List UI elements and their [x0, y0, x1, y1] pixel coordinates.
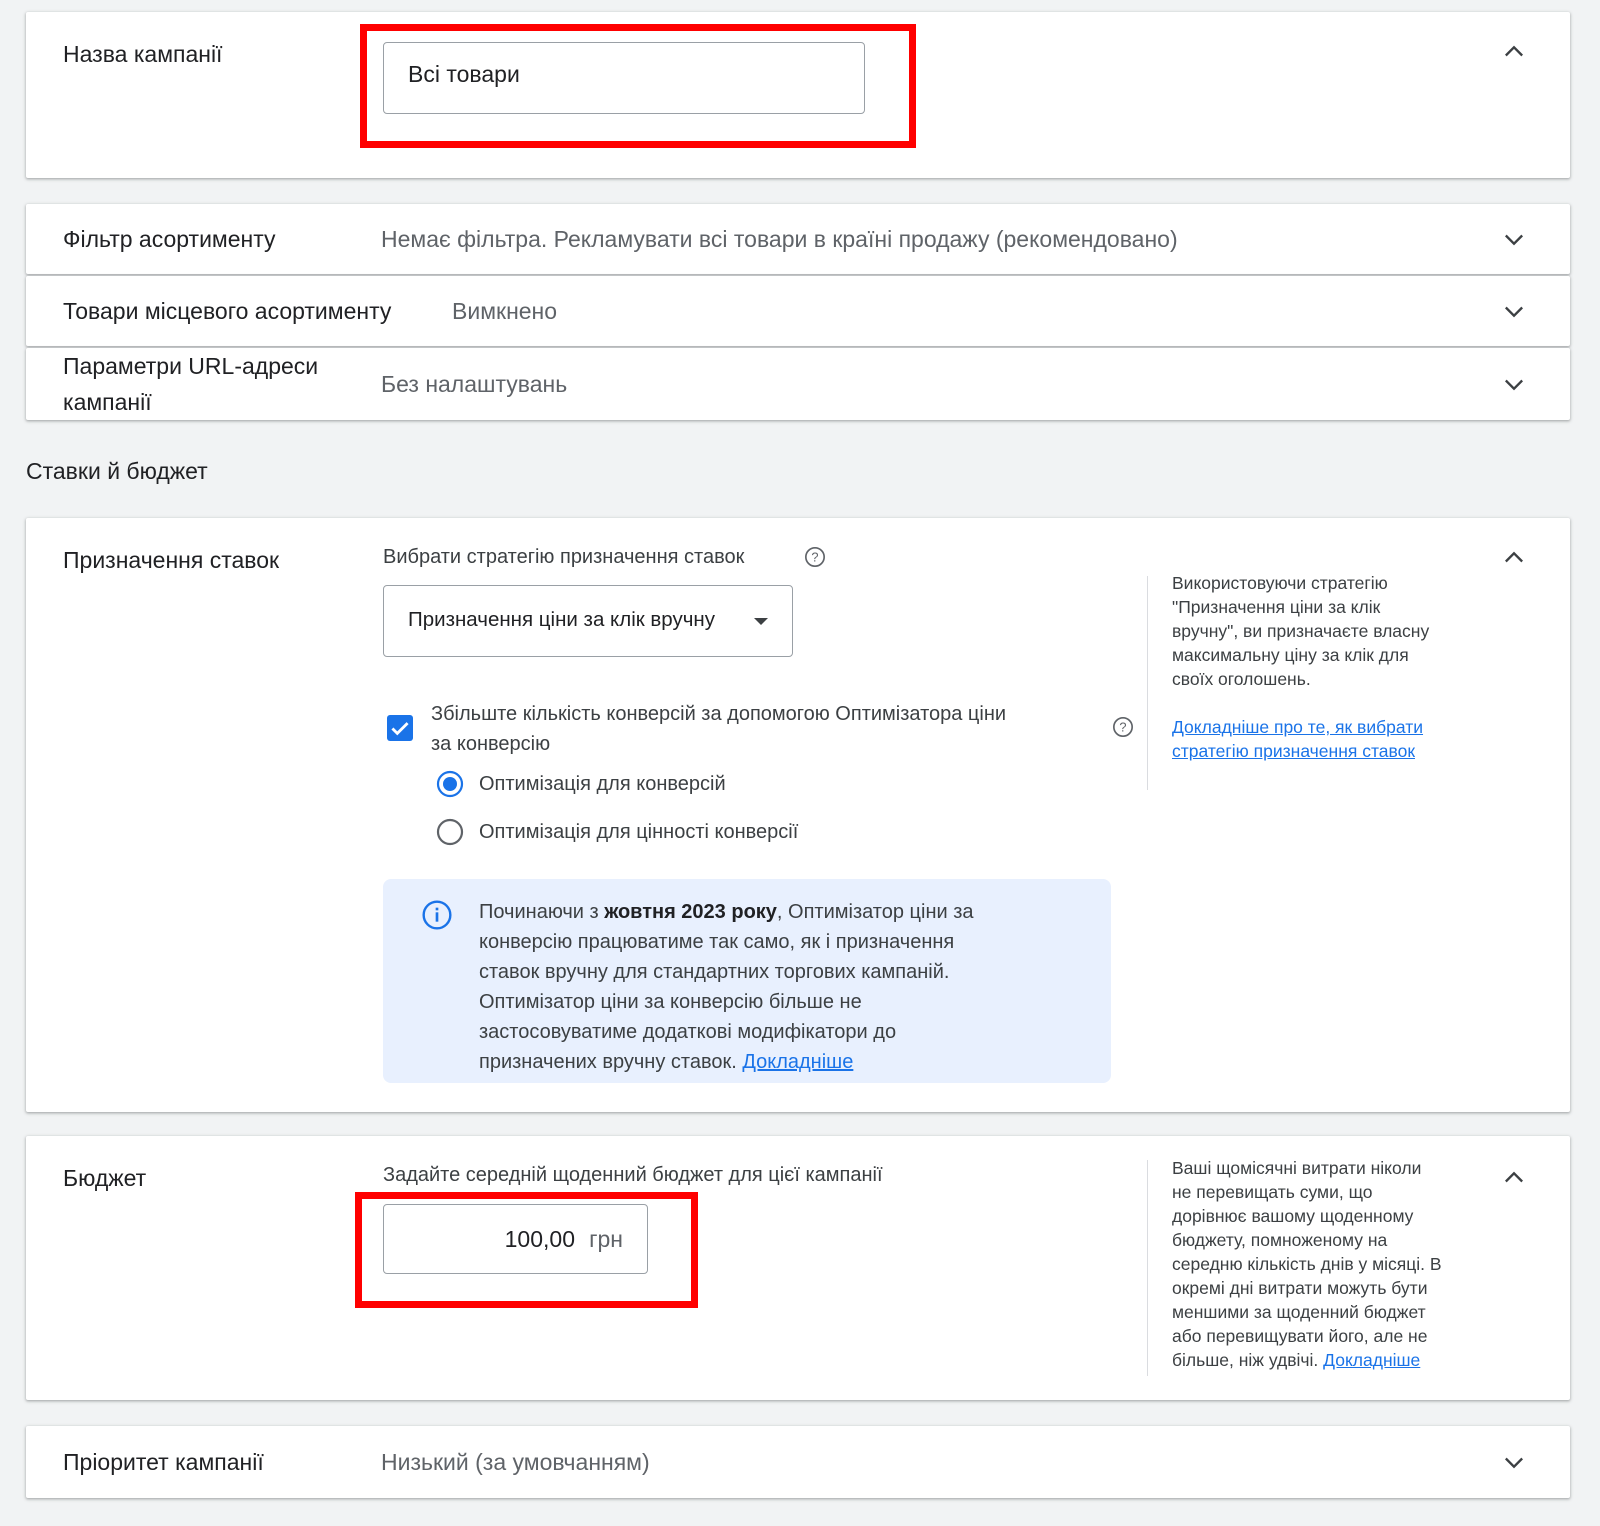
budget-side-line4: бюджету, помноженому на	[1172, 1230, 1388, 1250]
highlight-budget	[355, 1192, 698, 1308]
bidding-side-divider	[1147, 576, 1148, 790]
chevron-down-icon	[1505, 234, 1523, 246]
chevron-down-icon	[1505, 379, 1523, 391]
campaign-name-label: Назва кампанії	[63, 41, 223, 67]
highlight-campaign-name	[360, 24, 916, 148]
ecpc-label-line2: за конверсію	[431, 733, 551, 755]
radio-optimize-conversions-label: Оптимізація для конверсій	[479, 773, 726, 795]
notice-line2: конверсію працюватиме так само, як і при…	[479, 931, 955, 953]
radio-optimize-value-label: Оптимізація для цінності конверсії	[479, 821, 799, 843]
bidding-side-line1: Використовуючи стратегію	[1172, 573, 1388, 593]
collapse-budget-button[interactable]	[1500, 1164, 1528, 1192]
expand-local-products-button[interactable]	[1500, 297, 1528, 325]
bidding-side-line5: своїх оголошень.	[1172, 669, 1311, 689]
notice-line1-rest: , Оптимізатор ціни за	[776, 901, 974, 923]
bidding-label: Призначення ставок	[63, 547, 280, 573]
expand-url-params-button[interactable]	[1500, 370, 1528, 398]
checkmark-icon	[391, 722, 409, 736]
chevron-down-icon	[1505, 1457, 1523, 1469]
bidding-side-line3: вручну", ви призначаєте власну	[1172, 621, 1430, 641]
budget-side-line3: дорівнює вашому щоденному	[1172, 1206, 1414, 1226]
expand-inventory-filter-button[interactable]	[1500, 225, 1528, 253]
bidding-strategy-learn-more-link[interactable]: Докладніше про те, як вибрати стратегію …	[1172, 715, 1492, 763]
budget-label: Бюджет	[63, 1165, 147, 1191]
bidding-side-help: Використовуючи стратегію "Призначення ці…	[1172, 571, 1492, 763]
url-params-value: Без налаштувань	[381, 371, 568, 397]
ecpc-checkbox[interactable]	[387, 715, 413, 741]
expand-campaign-priority-button[interactable]	[1500, 1448, 1528, 1476]
notice-line5: застосовуватиме додаткові модифікатори д…	[479, 1021, 897, 1043]
radio-optimize-value[interactable]	[436, 818, 464, 846]
notice-prefix: Починаючи з	[479, 901, 605, 923]
budget-prompt: Задайте середній щоденний бюджет для ціє…	[383, 1164, 883, 1186]
bidding-strategy-prompt: Вибрати стратегію призначення ставок	[383, 546, 745, 568]
url-params-label-line1: Параметри URL-адреси	[63, 353, 319, 379]
ecpc-notice: Починаючи з жовтня 2023 року, Оптимізато…	[383, 879, 1111, 1083]
budget-side-line9: більше, ніж удвічі.	[1172, 1350, 1319, 1370]
ecpc-help-icon[interactable]: ?	[1112, 716, 1134, 738]
budget-card: Бюджет Задайте середній щоденний бюджет …	[26, 1136, 1570, 1400]
campaign-priority-row[interactable]: Пріоритет кампанії Низький (за умовчання…	[26, 1426, 1570, 1498]
collapse-campaign-name-button[interactable]	[1500, 38, 1528, 66]
chevron-up-icon	[1505, 1171, 1523, 1183]
svg-text:?: ?	[811, 550, 818, 565]
budget-side-line8: або перевищувати його, але не	[1172, 1326, 1428, 1346]
bidding-side-link-line2: стратегію призначення ставок	[1172, 741, 1415, 761]
bidding-strategy-select[interactable]: Призначення ціни за клік вручну	[383, 585, 793, 657]
budget-learn-more-link[interactable]: Докладніше	[1323, 1350, 1420, 1370]
local-products-value: Вимкнено	[452, 298, 558, 324]
notice-line3: ставок вручну для стандартних торгових к…	[479, 961, 950, 983]
notice-bold-date: жовтня 2023 року	[604, 901, 777, 923]
local-products-row[interactable]: Товари місцевого асортименту Вимкнено	[26, 276, 1570, 346]
inventory-filter-row[interactable]: Фільтр асортименту Немає фільтра. Реклам…	[26, 204, 1570, 274]
notice-text: Починаючи з жовтня 2023 року, Оптимізато…	[479, 897, 1099, 1077]
chevron-up-icon	[1505, 551, 1523, 563]
bidding-side-link-line1: Докладніше про те, як вибрати	[1172, 717, 1424, 737]
bidding-card: Призначення ставок Вибрати стратегію при…	[26, 518, 1570, 1112]
svg-text:?: ?	[1119, 720, 1126, 735]
url-params-row[interactable]: Параметри URL-адреси кампанії Без налашт…	[26, 348, 1570, 420]
inventory-filter-label: Фільтр асортименту	[63, 226, 276, 252]
budget-side-help: Ваші щомісячні витрати ніколи не перевищ…	[1172, 1156, 1502, 1372]
chevron-down-icon	[1505, 306, 1523, 318]
dropdown-arrow-icon	[754, 618, 768, 625]
info-icon	[422, 900, 452, 930]
bidding-side-line4: максимальну ціну за клік для	[1172, 645, 1409, 665]
budget-side-line1: Ваші щомісячні витрати ніколи	[1172, 1158, 1422, 1178]
notice-line4: Оптимізатор ціни за конверсію більше не	[479, 991, 862, 1013]
campaign-priority-value: Низький (за умовчанням)	[381, 1449, 650, 1475]
url-params-label-line2: кампанії	[63, 389, 152, 415]
help-icon[interactable]: ?	[804, 546, 826, 568]
bidding-side-line2: "Призначення ціни за клік	[1172, 597, 1381, 617]
campaign-priority-label: Пріоритет кампанії	[63, 1449, 264, 1475]
budget-side-line6: окремі дні витрати можуть бути	[1172, 1278, 1428, 1298]
budget-side-line7: меншими за щоденний бюджет	[1172, 1302, 1426, 1322]
collapse-bidding-button[interactable]	[1500, 544, 1528, 572]
inventory-filter-value: Немає фільтра. Рекламувати всі товари в …	[381, 226, 1178, 252]
section-title-bids-budget: Ставки й бюджет	[26, 458, 208, 484]
bidding-strategy-selected: Призначення ціни за клік вручну	[408, 608, 715, 631]
local-products-label: Товари місцевого асортименту	[63, 298, 392, 324]
radio-optimize-conversions[interactable]	[436, 770, 464, 798]
notice-learn-more-link[interactable]: Докладніше	[742, 1051, 853, 1073]
budget-side-line2: не перевищать суми, що	[1172, 1182, 1373, 1202]
ecpc-label-line1: Збільште кількість конверсій за допомого…	[431, 703, 1007, 725]
chevron-up-icon	[1505, 45, 1523, 57]
budget-side-divider	[1147, 1160, 1148, 1376]
notice-line6: призначених вручну ставок.	[479, 1051, 737, 1073]
budget-side-line5: середню кількість днів у місяці. В	[1172, 1254, 1442, 1274]
